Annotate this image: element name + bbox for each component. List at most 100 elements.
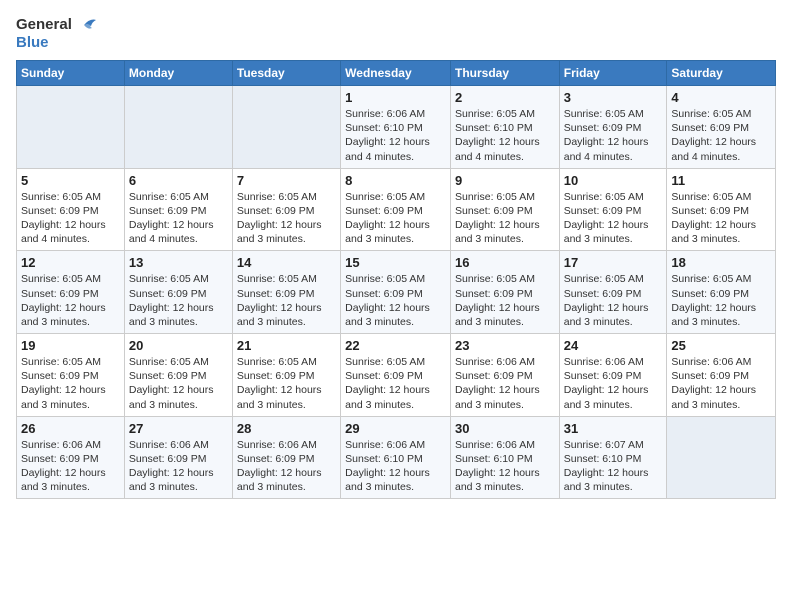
logo-general: General <box>16 16 72 34</box>
day-info: Sunrise: 6:05 AM Sunset: 6:09 PM Dayligh… <box>345 355 446 412</box>
day-number: 3 <box>564 90 663 105</box>
page-header: General Blue <box>16 16 776 52</box>
day-number: 5 <box>21 173 120 188</box>
weekday-header: Wednesday <box>341 61 451 86</box>
day-number: 12 <box>21 255 120 270</box>
day-number: 9 <box>455 173 555 188</box>
day-number: 11 <box>671 173 771 188</box>
calendar-cell: 22 Sunrise: 6:05 AM Sunset: 6:09 PM Dayli… <box>341 334 451 417</box>
day-number: 30 <box>455 421 555 436</box>
day-info: Sunrise: 6:06 AM Sunset: 6:09 PM Dayligh… <box>129 438 228 495</box>
day-info: Sunrise: 6:05 AM Sunset: 6:09 PM Dayligh… <box>671 272 771 329</box>
day-info: Sunrise: 6:05 AM Sunset: 6:09 PM Dayligh… <box>455 272 555 329</box>
calendar-cell: 1 Sunrise: 6:06 AM Sunset: 6:10 PM Daylig… <box>341 86 451 169</box>
calendar-cell: 26 Sunrise: 6:06 AM Sunset: 6:09 PM Dayli… <box>17 416 125 499</box>
day-number: 21 <box>237 338 336 353</box>
logo-container: General Blue <box>16 16 96 52</box>
day-info: Sunrise: 6:05 AM Sunset: 6:09 PM Dayligh… <box>129 272 228 329</box>
day-number: 1 <box>345 90 446 105</box>
day-number: 14 <box>237 255 336 270</box>
calendar-cell <box>17 86 125 169</box>
weekday-header: Saturday <box>667 61 776 86</box>
day-number: 26 <box>21 421 120 436</box>
day-info: Sunrise: 6:06 AM Sunset: 6:10 PM Dayligh… <box>345 438 446 495</box>
calendar-cell: 12 Sunrise: 6:05 AM Sunset: 6:09 PM Dayli… <box>17 251 125 334</box>
calendar-cell: 19 Sunrise: 6:05 AM Sunset: 6:09 PM Dayli… <box>17 334 125 417</box>
calendar-cell: 20 Sunrise: 6:05 AM Sunset: 6:09 PM Dayli… <box>124 334 232 417</box>
calendar-cell: 2Sunrise: 6:05 AM Sunset: 6:10 PM Daylig… <box>450 86 559 169</box>
day-info: Sunrise: 6:06 AM Sunset: 6:09 PM Dayligh… <box>21 438 120 495</box>
day-info: Sunrise: 6:05 AM Sunset: 6:10 PM Dayligh… <box>455 107 555 164</box>
day-info: Sunrise: 6:06 AM Sunset: 6:09 PM Dayligh… <box>455 355 555 412</box>
calendar-cell: 8 Sunrise: 6:05 AM Sunset: 6:09 PM Daylig… <box>341 168 451 251</box>
day-info: Sunrise: 6:05 AM Sunset: 6:09 PM Dayligh… <box>671 107 771 164</box>
calendar-cell: 17Sunrise: 6:05 AM Sunset: 6:09 PM Dayli… <box>559 251 667 334</box>
calendar-cell: 27 Sunrise: 6:06 AM Sunset: 6:09 PM Dayli… <box>124 416 232 499</box>
day-info: Sunrise: 6:06 AM Sunset: 6:09 PM Dayligh… <box>237 438 336 495</box>
day-number: 19 <box>21 338 120 353</box>
day-number: 4 <box>671 90 771 105</box>
calendar-cell: 21 Sunrise: 6:05 AM Sunset: 6:09 PM Dayli… <box>232 334 340 417</box>
calendar-cell: 23 Sunrise: 6:06 AM Sunset: 6:09 PM Dayli… <box>450 334 559 417</box>
day-info: Sunrise: 6:05 AM Sunset: 6:09 PM Dayligh… <box>564 190 663 247</box>
weekday-header: Monday <box>124 61 232 86</box>
day-info: Sunrise: 6:05 AM Sunset: 6:09 PM Dayligh… <box>345 272 446 329</box>
day-number: 23 <box>455 338 555 353</box>
calendar-cell: 7Sunrise: 6:05 AM Sunset: 6:09 PM Daylig… <box>232 168 340 251</box>
day-info: Sunrise: 6:05 AM Sunset: 6:09 PM Dayligh… <box>237 355 336 412</box>
day-number: 16 <box>455 255 555 270</box>
calendar-cell: 11 Sunrise: 6:05 AM Sunset: 6:09 PM Dayli… <box>667 168 776 251</box>
calendar-cell: 3 Sunrise: 6:05 AM Sunset: 6:09 PM Daylig… <box>559 86 667 169</box>
calendar-cell: 14 Sunrise: 6:05 AM Sunset: 6:09 PM Dayli… <box>232 251 340 334</box>
calendar-cell: 18Sunrise: 6:05 AM Sunset: 6:09 PM Dayli… <box>667 251 776 334</box>
day-number: 17 <box>564 255 663 270</box>
calendar-cell: 6 Sunrise: 6:05 AM Sunset: 6:09 PM Daylig… <box>124 168 232 251</box>
day-number: 20 <box>129 338 228 353</box>
calendar-table: SundayMondayTuesdayWednesdayThursdayFrid… <box>16 60 776 499</box>
day-info: Sunrise: 6:06 AM Sunset: 6:10 PM Dayligh… <box>455 438 555 495</box>
calendar-cell: 9 Sunrise: 6:05 AM Sunset: 6:09 PM Daylig… <box>450 168 559 251</box>
day-number: 22 <box>345 338 446 353</box>
day-number: 29 <box>345 421 446 436</box>
day-number: 27 <box>129 421 228 436</box>
weekday-header: Sunday <box>17 61 125 86</box>
day-info: Sunrise: 6:06 AM Sunset: 6:09 PM Dayligh… <box>671 355 771 412</box>
day-info: Sunrise: 6:05 AM Sunset: 6:09 PM Dayligh… <box>345 190 446 247</box>
day-info: Sunrise: 6:05 AM Sunset: 6:09 PM Dayligh… <box>21 355 120 412</box>
calendar-cell <box>124 86 232 169</box>
calendar-cell: 30 Sunrise: 6:06 AM Sunset: 6:10 PM Dayli… <box>450 416 559 499</box>
day-number: 25 <box>671 338 771 353</box>
calendar-cell: 5 Sunrise: 6:05 AM Sunset: 6:09 PM Daylig… <box>17 168 125 251</box>
day-info: Sunrise: 6:05 AM Sunset: 6:09 PM Dayligh… <box>564 107 663 164</box>
weekday-header: Friday <box>559 61 667 86</box>
day-info: Sunrise: 6:05 AM Sunset: 6:09 PM Dayligh… <box>129 190 228 247</box>
day-info: Sunrise: 6:06 AM Sunset: 6:10 PM Dayligh… <box>345 107 446 164</box>
day-number: 15 <box>345 255 446 270</box>
day-info: Sunrise: 6:05 AM Sunset: 6:09 PM Dayligh… <box>671 190 771 247</box>
day-number: 31 <box>564 421 663 436</box>
calendar-cell <box>232 86 340 169</box>
day-info: Sunrise: 6:05 AM Sunset: 6:09 PM Dayligh… <box>21 190 120 247</box>
day-info: Sunrise: 6:05 AM Sunset: 6:09 PM Dayligh… <box>21 272 120 329</box>
logo-bird-icon <box>74 16 96 34</box>
calendar-cell: 15 Sunrise: 6:05 AM Sunset: 6:09 PM Dayli… <box>341 251 451 334</box>
calendar-cell: 16 Sunrise: 6:05 AM Sunset: 6:09 PM Dayli… <box>450 251 559 334</box>
calendar-cell: 4 Sunrise: 6:05 AM Sunset: 6:09 PM Daylig… <box>667 86 776 169</box>
weekday-header: Thursday <box>450 61 559 86</box>
day-info: Sunrise: 6:05 AM Sunset: 6:09 PM Dayligh… <box>237 272 336 329</box>
day-number: 10 <box>564 173 663 188</box>
day-number: 6 <box>129 173 228 188</box>
logo: General Blue <box>16 16 96 52</box>
day-info: Sunrise: 6:05 AM Sunset: 6:09 PM Dayligh… <box>237 190 336 247</box>
day-number: 13 <box>129 255 228 270</box>
calendar-cell: 29 Sunrise: 6:06 AM Sunset: 6:10 PM Dayli… <box>341 416 451 499</box>
day-info: Sunrise: 6:05 AM Sunset: 6:09 PM Dayligh… <box>129 355 228 412</box>
calendar-cell: 24Sunrise: 6:06 AM Sunset: 6:09 PM Dayli… <box>559 334 667 417</box>
day-number: 28 <box>237 421 336 436</box>
day-number: 24 <box>564 338 663 353</box>
day-info: Sunrise: 6:05 AM Sunset: 6:09 PM Dayligh… <box>455 190 555 247</box>
weekday-header: Tuesday <box>232 61 340 86</box>
calendar-cell: 28 Sunrise: 6:06 AM Sunset: 6:09 PM Dayli… <box>232 416 340 499</box>
day-number: 8 <box>345 173 446 188</box>
calendar-cell: 25 Sunrise: 6:06 AM Sunset: 6:09 PM Dayli… <box>667 334 776 417</box>
